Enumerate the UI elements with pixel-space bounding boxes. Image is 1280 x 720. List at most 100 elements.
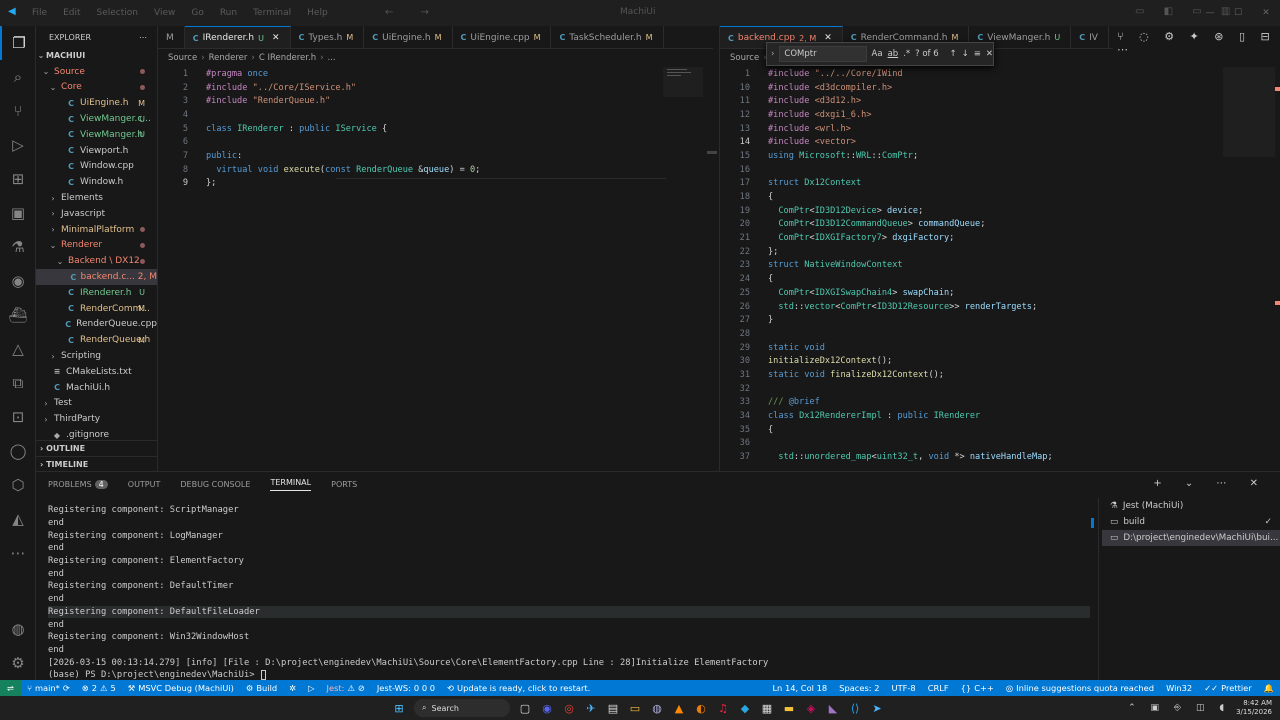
jest-status[interactable]: Jest: ⚠ ⊘ bbox=[321, 683, 371, 693]
debug-button[interactable]: ✲ bbox=[283, 683, 302, 693]
editor-tab[interactable]: C UiEngine.cpp M bbox=[453, 26, 552, 48]
tree-item[interactable]: › ThirdParty bbox=[36, 411, 157, 427]
build-status[interactable]: ⚙ Build bbox=[240, 683, 283, 693]
cursor-position[interactable]: Ln 14, Col 18 bbox=[766, 683, 833, 693]
problems-status[interactable]: ⊗ 2 ⚠ 5 bbox=[76, 683, 122, 693]
close-icon[interactable]: ✕ bbox=[272, 33, 280, 43]
right-code-editor[interactable]: 1 #include "../../Core/IWind 10 #include <d… bbox=[720, 67, 1220, 464]
cmake-icon[interactable]: △ bbox=[0, 332, 36, 366]
breadcrumb-item[interactable]: Source bbox=[168, 53, 197, 63]
menu-item-file[interactable]: File bbox=[24, 8, 55, 18]
chevron-right-icon[interactable]: › bbox=[771, 49, 774, 59]
run-button[interactable]: ▷ bbox=[302, 683, 320, 693]
update-status[interactable]: ⟲ Update is ready, click to restart. bbox=[441, 683, 596, 693]
tree-item[interactable]: C MachiUi.h bbox=[36, 380, 157, 396]
notifications-icon[interactable]: 🔔 bbox=[1258, 683, 1280, 694]
editor-tab[interactable]: C TaskScheduler.h M bbox=[551, 26, 664, 48]
python-icon[interactable]: ◉ bbox=[0, 264, 36, 298]
tree-item[interactable]: › Elements bbox=[36, 190, 157, 206]
docker-icon[interactable]: ⛴ bbox=[0, 298, 36, 332]
tree-item[interactable]: › Test bbox=[36, 396, 157, 412]
branch-status[interactable]: ⑂ main* ⟳ bbox=[21, 683, 76, 693]
left-code-editor[interactable]: 1 #pragma once 2 #include "../Core/IService… bbox=[158, 67, 698, 190]
panel-tab-output[interactable]: OUTPUT bbox=[128, 480, 161, 489]
regex-toggle[interactable]: .* bbox=[903, 49, 910, 59]
editor-tab[interactable]: C IRenderer.h U ✕ bbox=[184, 26, 291, 48]
steam-icon[interactable]: ◍ bbox=[646, 697, 668, 719]
editor-tab[interactable]: C UiEngine.h M bbox=[364, 26, 453, 48]
whole-word-toggle[interactable]: ab bbox=[888, 49, 899, 59]
remote-explorer-icon[interactable]: ▣ bbox=[0, 196, 36, 230]
breadcrumb-item[interactable]: ... bbox=[328, 53, 336, 63]
close-find-icon[interactable]: ✕ bbox=[986, 49, 993, 59]
editor-tab[interactable]: M bbox=[158, 26, 185, 48]
terminal-instance[interactable]: ▭ D:\project\enginedev\MachiUi\bui... bbox=[1102, 530, 1280, 546]
blender-icon[interactable]: ◐ bbox=[690, 697, 712, 719]
tree-item[interactable]: ⌄ Renderer bbox=[36, 238, 157, 254]
search-icon[interactable]: ⌕ bbox=[0, 60, 36, 94]
tree-item[interactable]: C ViewManger.c... U bbox=[36, 111, 157, 127]
terminal-instance[interactable]: ⚗ Jest (MachiUi) bbox=[1102, 498, 1280, 514]
menu-item-terminal[interactable]: Terminal bbox=[245, 8, 299, 18]
account-icon[interactable]: ◍ bbox=[0, 612, 36, 646]
visual-studio-icon[interactable]: ◣ bbox=[822, 697, 844, 719]
explorer-icon[interactable]: ❐ bbox=[0, 26, 36, 60]
arrow-down-icon[interactable]: ↓ bbox=[962, 49, 969, 59]
breadcrumb-item[interactable]: Source bbox=[730, 53, 759, 63]
panel-tab-problems[interactable]: PROBLEMS 4 bbox=[48, 479, 108, 489]
deploy-icon[interactable]: ◭ bbox=[0, 502, 36, 536]
tree-item[interactable]: C Window.cpp bbox=[36, 159, 157, 175]
menu-item-help[interactable]: Help bbox=[299, 8, 336, 18]
run-debug-icon[interactable]: ▷ bbox=[0, 128, 36, 162]
calculator-icon[interactable]: ▦ bbox=[756, 697, 778, 719]
gear-icon[interactable]: ⚙ bbox=[0, 646, 36, 680]
panel-tab-terminal[interactable]: TERMINAL bbox=[270, 478, 312, 491]
breadcrumb-item[interactable]: C IRenderer.h bbox=[259, 53, 316, 63]
nav-arrows[interactable]: ← → bbox=[385, 7, 441, 18]
left-minimap[interactable] bbox=[663, 67, 703, 97]
discord-icon[interactable]: ◉ bbox=[536, 697, 558, 719]
menu-item-go[interactable]: Go bbox=[183, 8, 211, 18]
music-icon[interactable]: ♫ bbox=[712, 697, 734, 719]
gitlens-icon[interactable]: ◯ bbox=[0, 434, 36, 468]
terminal-icon[interactable]: ▤ bbox=[602, 697, 624, 719]
tree-item[interactable]: Cbackend.c... 2, M bbox=[36, 269, 157, 285]
tree-item[interactable]: C RenderComm... M bbox=[36, 301, 157, 317]
clock[interactable]: 8:42 AM 3/15/2026 bbox=[1230, 699, 1280, 717]
minimize-icon[interactable]: — bbox=[1196, 0, 1224, 26]
platform-status[interactable]: Win32 bbox=[1160, 683, 1198, 693]
source-control-icon[interactable]: ⑂ bbox=[0, 94, 36, 128]
cmake-config-status[interactable]: ⚒ MSVC Debug (MachiUi) bbox=[122, 683, 240, 693]
tree-item[interactable]: ⌄ Backend \ DX12 bbox=[36, 253, 157, 269]
photos-icon[interactable]: ◆ bbox=[734, 697, 756, 719]
tree-item[interactable]: › Scripting bbox=[36, 348, 157, 364]
timeline-section[interactable]: › TIMELINE bbox=[36, 456, 157, 471]
menu-item-edit[interactable]: Edit bbox=[55, 8, 88, 18]
task-view-icon[interactable]: ▢ bbox=[514, 697, 536, 719]
more-actions-icon[interactable]: ⋯ bbox=[139, 33, 147, 42]
right-scrollbar[interactable] bbox=[1275, 67, 1280, 347]
panel-tab-ports[interactable]: PORTS bbox=[331, 480, 357, 489]
terminal-output[interactable]: Registering component: ScriptManager end R… bbox=[48, 504, 1090, 682]
folder-icon[interactable]: ▬ bbox=[778, 697, 800, 719]
maximize-icon[interactable]: ☐ bbox=[1224, 0, 1252, 26]
terminal-instance[interactable]: ▭ build ✓ bbox=[1102, 514, 1280, 530]
chrome-icon[interactable]: ◎ bbox=[558, 697, 580, 719]
indentation-status[interactable]: Spaces: 2 bbox=[833, 683, 885, 693]
tree-item[interactable]: ⌄ Core bbox=[36, 80, 157, 96]
testing-icon[interactable]: ⚗ bbox=[0, 230, 36, 264]
database-icon[interactable]: ⊡ bbox=[0, 400, 36, 434]
prettier-status[interactable]: ✓✓ Prettier bbox=[1198, 683, 1257, 693]
send-icon[interactable]: ➤ bbox=[866, 697, 888, 719]
extensions-icon[interactable]: ⊞ bbox=[0, 162, 36, 196]
vlc-icon[interactable]: ▲ bbox=[668, 697, 690, 719]
editor-tab[interactable]: C Types.h M bbox=[291, 26, 365, 48]
breadcrumb-item[interactable]: Renderer bbox=[209, 53, 248, 63]
eol-status[interactable]: CRLF bbox=[922, 683, 955, 693]
close-icon[interactable]: ✕ bbox=[1252, 0, 1280, 26]
jest-ws-status[interactable]: Jest-WS: 0 0 0 bbox=[371, 683, 441, 693]
tree-item[interactable]: C Viewport.h bbox=[36, 143, 157, 159]
tree-item[interactable]: C RenderQueue.cpp bbox=[36, 317, 157, 333]
tree-item[interactable]: ⌄ Source bbox=[36, 64, 157, 80]
outline-section[interactable]: › OUTLINE bbox=[36, 440, 157, 456]
